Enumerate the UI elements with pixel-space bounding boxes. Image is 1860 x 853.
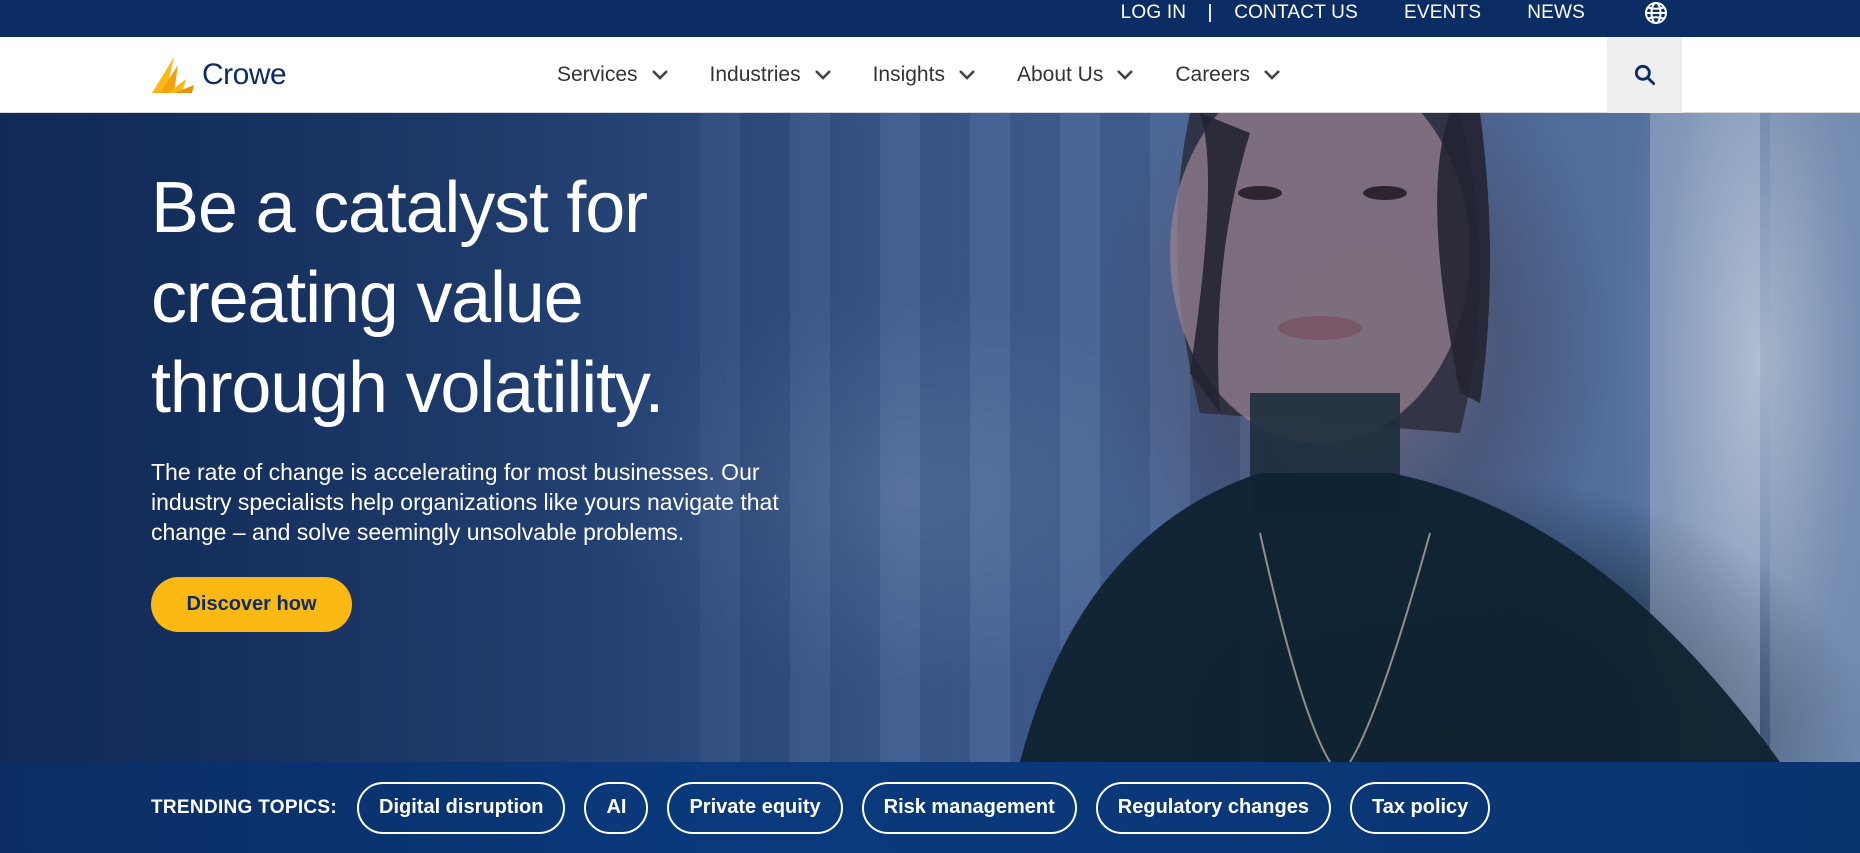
hero-portrait-image <box>1020 113 1860 762</box>
news-link[interactable]: NEWS <box>1504 0 1608 26</box>
crowe-logo-mark-icon <box>152 57 194 93</box>
hero-banner: Be a catalyst for creating value through… <box>0 113 1860 762</box>
topic-pill-risk-management[interactable]: Risk management <box>861 781 1077 834</box>
nav-item-label: Industries <box>709 63 801 86</box>
nav-item-services[interactable]: Services <box>557 63 670 87</box>
trending-topics-label: TRENDING TOPICS: <box>151 796 338 818</box>
hero-title-line: Be a catalyst for <box>151 168 648 248</box>
nav-items: Services Industries Insights About Us Ca… <box>557 37 1322 113</box>
hero-content: Be a catalyst for creating value through… <box>151 163 851 632</box>
events-link[interactable]: EVENTS <box>1381 0 1504 26</box>
nav-item-label: Careers <box>1175 63 1251 86</box>
hero-title-line: creating value <box>151 258 584 338</box>
nav-item-label: Insights <box>872 63 945 86</box>
hero-description: The rate of change is accelerating for m… <box>151 459 779 545</box>
main-nav: Crowe Services Industries Insights About… <box>0 37 1860 113</box>
crowe-logo[interactable]: Crowe <box>152 55 287 95</box>
utility-bar: LOG IN CONTACT US EVENTS NEWS <box>0 0 1860 37</box>
chevron-down-icon <box>814 70 831 80</box>
contact-us-link[interactable]: CONTACT US <box>1211 0 1381 26</box>
topic-pill-tax-policy[interactable]: Tax policy <box>1349 781 1491 834</box>
chevron-down-icon <box>1264 70 1280 80</box>
topic-pill-digital-disruption[interactable]: Digital disruption <box>357 781 566 834</box>
trending-topics-bar: TRENDING TOPICS: Digital disruption AI P… <box>0 762 1860 853</box>
globe-icon[interactable] <box>1643 0 1669 26</box>
topic-pill-private-equity[interactable]: Private equity <box>667 781 843 834</box>
hero-title-line: through volatility. <box>151 348 664 428</box>
nav-item-careers[interactable]: Careers <box>1175 63 1282 87</box>
chevron-down-icon <box>959 70 975 80</box>
utility-links: LOG IN CONTACT US EVENTS NEWS <box>1098 0 1608 26</box>
chevron-down-icon <box>1117 70 1134 80</box>
chevron-down-icon <box>651 70 668 80</box>
discover-how-button[interactable]: Discover how <box>151 577 352 632</box>
nav-item-insights[interactable]: Insights <box>873 63 977 87</box>
nav-item-label: Services <box>557 63 638 86</box>
nav-item-label: About Us <box>1016 63 1104 86</box>
login-link[interactable]: LOG IN <box>1098 0 1210 26</box>
utility-divider <box>1209 4 1212 22</box>
topic-pill-ai[interactable]: AI <box>584 781 649 834</box>
search-button[interactable] <box>1607 37 1682 113</box>
topic-pill-regulatory-changes[interactable]: Regulatory changes <box>1095 781 1331 834</box>
nav-item-industries[interactable]: Industries <box>710 63 833 87</box>
search-icon <box>1634 64 1655 86</box>
logo-text: Crowe <box>202 58 287 91</box>
nav-item-about-us[interactable]: About Us <box>1017 63 1135 87</box>
hero-title: Be a catalyst for creating value through… <box>151 163 851 433</box>
